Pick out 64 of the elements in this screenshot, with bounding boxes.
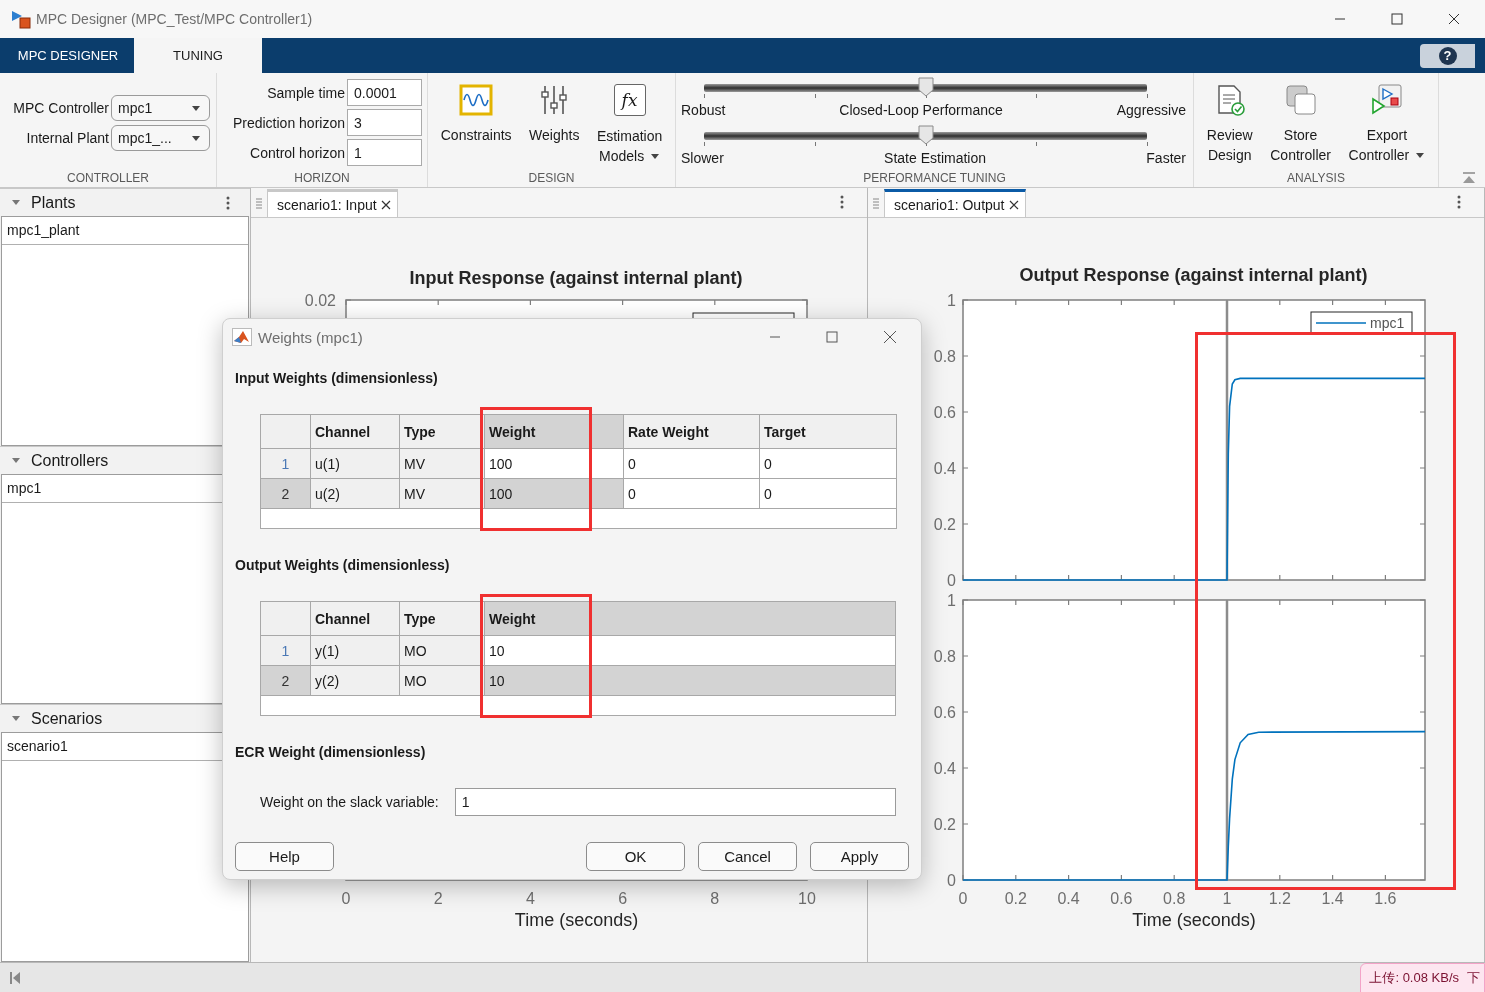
network-speed: 下 [1467,968,1480,987]
tick-label: 0.8 [933,348,956,365]
tick-label: 8 [710,890,720,907]
section-label: CONTROLLER [66,171,150,187]
tick-label: 0.2 [933,516,956,533]
field-label: Prediction horizon [231,114,345,131]
tick-label: 10 [798,890,816,907]
field-label: MPC Controller [12,100,109,116]
section-label: ANALYSIS [1286,171,1346,187]
tick-label: 1.2 [1268,890,1291,907]
network-speed: 上传: 0.08 KB/s [1369,968,1459,987]
dialog-title: Weights (mpc1) [258,328,363,346]
tick-label: 1 [947,592,956,609]
tick-label: 0 [341,890,351,907]
tick-label: 1 [1222,890,1232,907]
section-label: DESIGN [527,171,576,187]
panel-title: Scenarios [31,709,104,728]
section-label: HORIZON [293,171,351,187]
legend-label: mpc1 [1370,315,1405,331]
section-heading: Output Weights (dimensionless) [235,556,451,575]
table-cell: u(1) [310,448,400,479]
table-cell: y(1) [310,635,400,666]
slider-label: Robust [681,101,726,120]
table-cell: u(2) [310,478,400,509]
field-label: Sample time [266,84,345,101]
tick-label: 4 [525,890,535,907]
table-cell: y(2) [310,665,400,696]
window-title: MPC Designer (MPC_Test/MPC Controller1) [36,11,313,27]
panel-title: Controllers [31,451,110,470]
slider-label: State Estimation [884,149,986,168]
slider-label: Closed-Loop Performance [839,101,1003,120]
tick-label: 0.4 [933,460,956,477]
section-label: PERFORMANCE TUNING [862,171,1007,187]
tick-label: 0 [958,890,968,907]
tick-label: 0.02 [304,292,336,309]
tick-label: 2 [433,890,443,907]
tick-label: 0.6 [933,404,956,421]
tick-label: 0.2 [933,816,956,833]
chart-title: Input Response (against internal plant) [409,268,743,288]
field-label: Weight on the slack variable: [260,794,439,810]
section-heading: ECR Weight (dimensionless) [235,743,427,762]
tick-label: 0.4 [1057,890,1080,907]
field-label: Internal Plant [25,130,109,146]
axis-label: Time (seconds) [1132,910,1256,930]
chart-title: Output Response (against internal plant) [1018,265,1369,287]
tick-label: 1.6 [1374,890,1397,907]
panel-title: Plants [31,193,77,212]
slider-label: Slower [681,149,724,168]
tick-label: 1 [947,292,956,309]
section-heading: Input Weights (dimensionless) [235,369,439,388]
tick-label: 0.8 [1163,890,1186,907]
tick-label: 0.6 [933,704,956,721]
tick-label: 0 [947,872,956,889]
tick-label: 0.8 [933,648,956,665]
slider-label: Faster [1146,149,1186,168]
tick-label: 0.6 [1110,890,1133,907]
tick-label: 6 [618,890,628,907]
axis-label: Time (seconds) [514,910,639,930]
tick-label: 0.2 [1004,890,1027,907]
tick-label: 0.4 [933,760,956,777]
tick-label: 1.4 [1321,890,1344,907]
slider-label: Aggressive [1116,101,1186,120]
tick-label: 0 [947,572,956,589]
field-label: Control horizon [249,144,345,161]
